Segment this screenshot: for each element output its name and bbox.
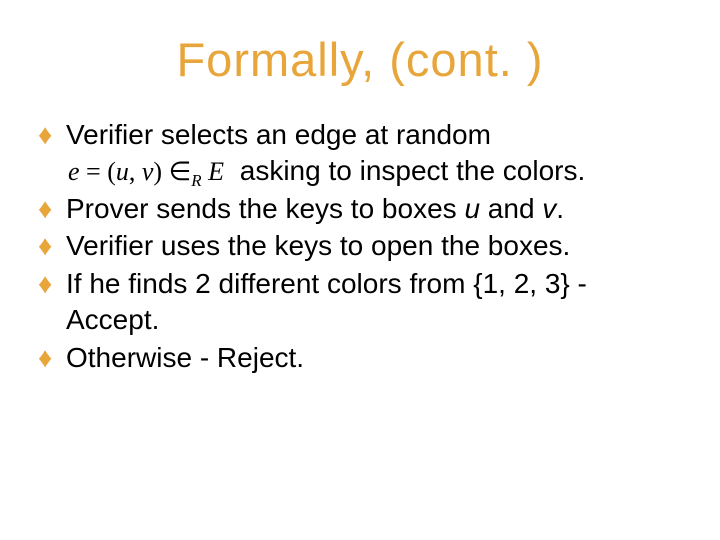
- slide-title: Formally, (cont. ): [36, 32, 684, 87]
- formula-comma: ,: [129, 157, 142, 186]
- bullet-text: Otherwise - Reject.: [66, 342, 304, 373]
- bullet-text-cont: asking to inspect the colors.: [240, 155, 586, 186]
- slide-body: ♦ Verifier selects an edge at random e =…: [38, 117, 684, 376]
- bullet-text: .: [556, 193, 564, 224]
- bullet-text: and: [480, 193, 542, 224]
- diamond-icon: ♦: [38, 228, 52, 264]
- formula-set: E: [208, 157, 224, 186]
- bullet-item-1: ♦ Verifier selects an edge at random e =…: [38, 117, 684, 189]
- diamond-icon: ♦: [38, 191, 52, 227]
- formula-v: v: [142, 157, 154, 186]
- bullet-text: Prover sends the keys to boxes: [66, 193, 464, 224]
- slide: Formally, (cont. ) ♦ Verifier selects an…: [0, 0, 720, 540]
- formula-rp: ): [153, 157, 168, 186]
- bullet-item-3: ♦ Verifier uses the keys to open the box…: [38, 228, 684, 264]
- bullet-item-5: ♦ Otherwise - Reject.: [38, 340, 684, 376]
- bullet-item-2: ♦ Prover sends the keys to boxes u and v…: [38, 191, 684, 227]
- formula-sub: R: [191, 171, 201, 190]
- formula-edge: e = (u, v) ∈R E: [68, 155, 224, 188]
- formula-in: ∈: [169, 157, 192, 186]
- bullet-text: Verifier selects an edge at random: [66, 119, 491, 150]
- diamond-icon: ♦: [38, 266, 52, 302]
- bullet-item-4: ♦ If he finds 2 different colors from {1…: [38, 266, 684, 338]
- bullet-text: If he finds 2 different colors from {1, …: [66, 268, 587, 335]
- formula-eq: = (: [80, 157, 116, 186]
- var-v: v: [542, 193, 556, 224]
- formula-lhs: e: [68, 157, 80, 186]
- var-u: u: [464, 193, 480, 224]
- bullet-text: Verifier uses the keys to open the boxes…: [66, 230, 570, 261]
- formula-u: u: [116, 157, 129, 186]
- diamond-icon: ♦: [38, 117, 52, 153]
- diamond-icon: ♦: [38, 340, 52, 376]
